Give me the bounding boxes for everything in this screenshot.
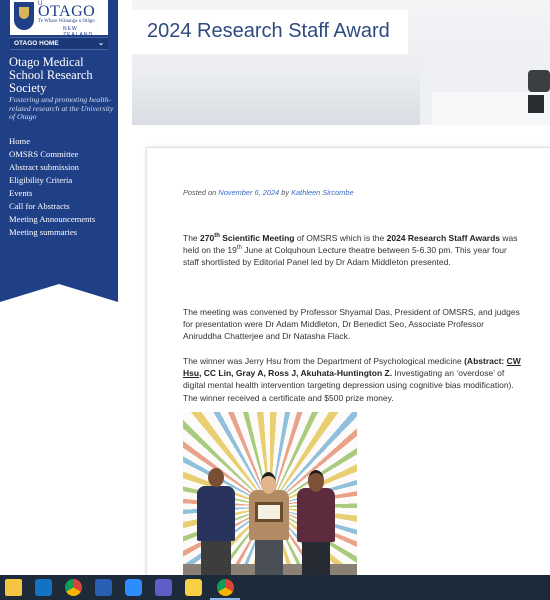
- post-paragraph-intro: The 270th Scientific Meeting of OMSRS wh…: [183, 232, 523, 269]
- award-photo: [183, 412, 357, 586]
- post-paragraph-winner: The winner was Jerry Hsu from the Depart…: [183, 355, 523, 404]
- post-author-link[interactable]: Kathleen Sircombe: [291, 188, 353, 197]
- crest-shield-icon: [19, 7, 29, 19]
- post-card: Posted on November 6, 2024 by Kathleen S…: [146, 147, 550, 589]
- nav-item-events[interactable]: Events: [9, 187, 95, 200]
- page-title: 2024 Research Staff Award: [147, 20, 390, 42]
- post-meta: Posted on November 6, 2024 by Kathleen S…: [183, 188, 354, 197]
- nav-item-meeting-summaries[interactable]: Meeting summaries: [9, 226, 95, 239]
- sidebar-nav: Home OMSRS Committee Abstract submission…: [9, 135, 95, 239]
- nav-item-eligibility-criteria[interactable]: Eligibility Criteria: [9, 174, 95, 187]
- post-paragraph-judges: The meeting was convened by Professor Sh…: [183, 307, 520, 342]
- otago-home-dropdown[interactable]: OTAGO HOME ⌄: [10, 37, 108, 50]
- outlook-icon[interactable]: [35, 579, 52, 596]
- header-banner: 2024 Research Staff Award: [132, 0, 550, 125]
- teams-icon[interactable]: [155, 579, 172, 596]
- sidebar: U OTAGO Te Whare Wānanga o Otāgo NEW ZEA…: [0, 0, 118, 302]
- sticky-notes-icon[interactable]: [185, 579, 202, 596]
- banner-device-shape: [528, 70, 550, 92]
- nav-item-meeting-announcements[interactable]: Meeting Announcements: [9, 213, 95, 226]
- logo-tagline: Te Whare Wānanga o Otāgo: [38, 19, 95, 24]
- word-icon[interactable]: [95, 579, 112, 596]
- nav-item-omsrs-committee[interactable]: OMSRS Committee: [9, 148, 95, 161]
- chrome-icon[interactable]: [65, 579, 82, 596]
- chrome-icon[interactable]: [217, 579, 234, 596]
- meeting-number-value: 270: [200, 233, 215, 243]
- award-name: 2024 Research Staff Awards: [386, 233, 501, 243]
- person-winner-with-certificate: [249, 472, 291, 586]
- site-subtitle: Fostering and promoting health-related r…: [9, 95, 114, 121]
- intro-text: The: [183, 233, 201, 243]
- meeting-number: 270th Scientific Meeting: [200, 233, 294, 243]
- posted-by-label: by: [281, 188, 290, 197]
- nav-item-home[interactable]: Home: [9, 135, 95, 148]
- nav-item-call-for-abstracts[interactable]: Call for Abstracts: [9, 200, 95, 213]
- site-title[interactable]: Otago Medical School Research Society: [9, 56, 117, 95]
- winner-text: The winner was Jerry Hsu from the Depart…: [183, 356, 465, 366]
- post-date-link[interactable]: November 6, 2024: [218, 188, 279, 197]
- meeting-name: Scientific Meeting: [219, 233, 295, 243]
- person-left: [189, 468, 243, 586]
- otago-logo[interactable]: U OTAGO Te Whare Wānanga o Otāgo NEW ZEA…: [10, 0, 108, 38]
- chevron-down-icon: ⌄: [98, 40, 104, 47]
- posted-on-label: Posted on: [183, 188, 217, 197]
- zoom-icon[interactable]: [125, 579, 142, 596]
- intro-text: of OMSRS which is the: [294, 233, 387, 243]
- certificate-paper: [258, 505, 280, 519]
- sidebar-pointed-edge: [0, 284, 118, 302]
- nav-item-abstract-submission[interactable]: Abstract submission: [9, 161, 95, 174]
- taskbar: [0, 575, 550, 600]
- file-explorer-icon[interactable]: [5, 579, 22, 596]
- abstract-label: (Abstract:: [464, 356, 507, 366]
- banner-device-shape: [528, 95, 544, 113]
- person-right: [295, 470, 339, 586]
- abstract-authors: , CC Lin, Gray A, Ross J, Akuhata-Huntin…: [199, 368, 393, 379]
- otago-home-label: OTAGO HOME: [14, 40, 59, 47]
